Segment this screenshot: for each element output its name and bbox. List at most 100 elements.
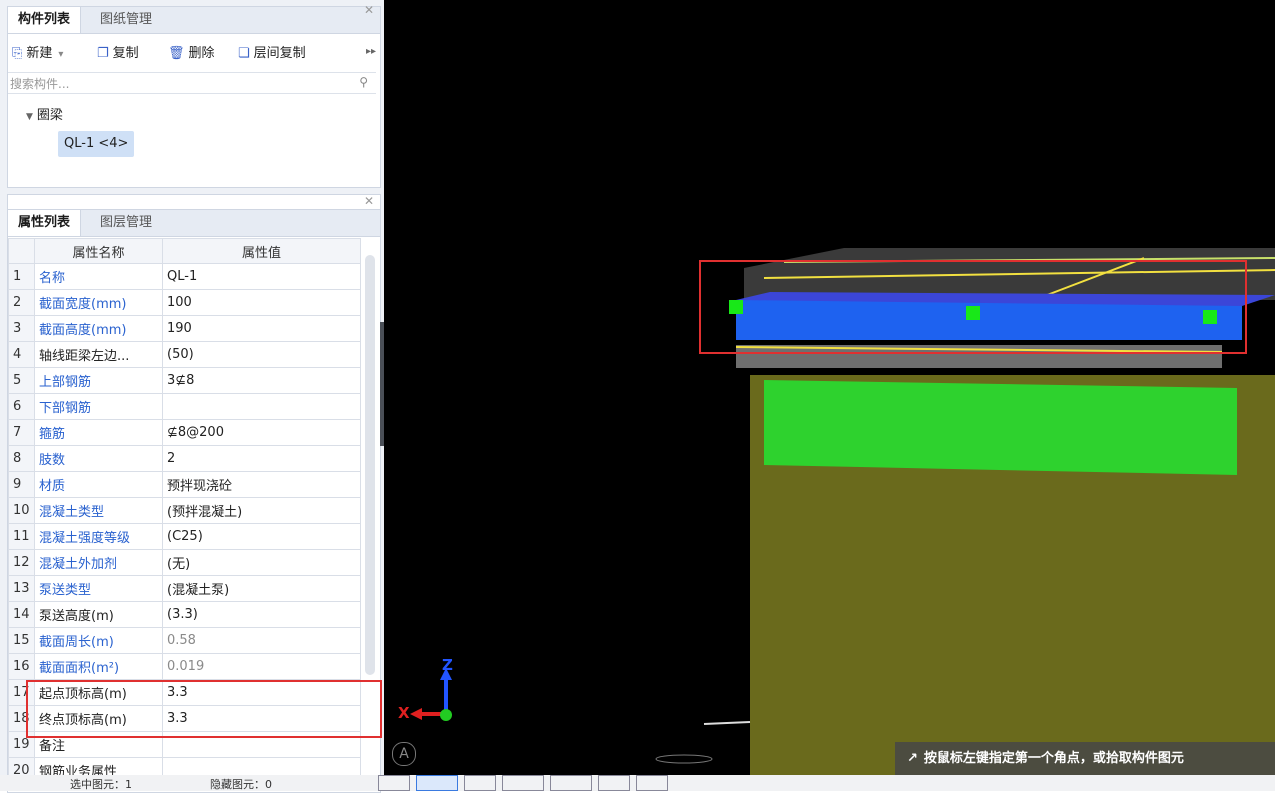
corner-pick-icon: ↗ bbox=[907, 751, 918, 766]
tab-component-list[interactable]: 构件列表 bbox=[8, 7, 82, 33]
property-value[interactable]: 2 bbox=[162, 445, 361, 472]
property-value[interactable]: ⊈8@200 bbox=[162, 419, 361, 446]
property-value[interactable]: (混凝土泵) bbox=[162, 575, 361, 602]
property-name: 截面周长(m) bbox=[34, 627, 163, 654]
delete-button[interactable]: 🗑 删除 bbox=[168, 44, 215, 64]
snap-perp-button[interactable] bbox=[550, 775, 592, 791]
property-index: 11 bbox=[8, 523, 35, 550]
status-hidden: 隐藏图元：0 bbox=[210, 778, 272, 791]
highlight-elevation-rows bbox=[26, 680, 382, 738]
tab-layer-management[interactable]: 图层管理 bbox=[90, 210, 162, 236]
tree-group[interactable]: ▼ 圈梁 bbox=[26, 104, 63, 123]
snap-toolbar bbox=[378, 775, 668, 791]
property-row[interactable]: 4 轴线距梁左边... (50) bbox=[8, 341, 361, 368]
property-index: 15 bbox=[8, 627, 35, 654]
property-index: 6 bbox=[8, 393, 35, 420]
tab-drawing-management[interactable]: 图纸管理 bbox=[90, 7, 162, 33]
axis-x-label: X bbox=[398, 704, 410, 722]
property-row[interactable]: 3 截面高度(mm) 190 bbox=[8, 315, 361, 342]
snap-line-button[interactable] bbox=[636, 775, 668, 791]
property-name: 名称 bbox=[34, 263, 163, 290]
expand-icon: ▼ bbox=[26, 112, 33, 122]
property-value[interactable]: 190 bbox=[162, 315, 361, 342]
property-row[interactable]: 9 材质 预拌现浇砼 bbox=[8, 471, 361, 498]
property-row[interactable]: 5 上部钢筋 3⊈8 bbox=[8, 367, 361, 394]
property-value[interactable]: 0.019 bbox=[162, 653, 361, 680]
close-icon[interactable]: ✕ bbox=[364, 194, 374, 208]
property-value[interactable]: 100 bbox=[162, 289, 361, 316]
property-value[interactable] bbox=[162, 393, 361, 420]
property-index: 10 bbox=[8, 497, 35, 524]
property-value[interactable]: 3⊈8 bbox=[162, 367, 361, 394]
property-index: 13 bbox=[8, 575, 35, 602]
property-value[interactable]: (无) bbox=[162, 549, 361, 576]
snap-ortho-button[interactable] bbox=[378, 775, 410, 791]
property-name: 截面高度(mm) bbox=[34, 315, 163, 342]
chevron-down-icon: ▾ bbox=[58, 49, 64, 60]
property-name: 肢数 bbox=[34, 445, 163, 472]
property-row[interactable]: 13 泵送类型 (混凝土泵) bbox=[8, 575, 361, 602]
property-name: 泵送高度(m) bbox=[34, 601, 163, 628]
property-value[interactable]: 0.58 bbox=[162, 627, 361, 654]
property-value[interactable]: QL-1 bbox=[162, 263, 361, 290]
property-index: 12 bbox=[8, 549, 35, 576]
copy-icon: ❐ bbox=[97, 46, 109, 61]
property-row[interactable]: 10 混凝土类型 (预拌混凝土) bbox=[8, 497, 361, 524]
property-index: 3 bbox=[8, 315, 35, 342]
property-name: 截面宽度(mm) bbox=[34, 289, 163, 316]
property-index: 1 bbox=[8, 263, 35, 290]
3d-viewport[interactable]: Z X A ↗ 按鼠标左键指定第一个角点，或拾取构件图元 bbox=[384, 0, 1275, 775]
property-value[interactable]: (3.3) bbox=[162, 601, 361, 628]
property-row[interactable]: 11 混凝土强度等级 (C25) bbox=[8, 523, 361, 550]
tree-item-ql1[interactable]: QL-1 <4> bbox=[58, 131, 135, 157]
status-selected: 选中图元：1 bbox=[70, 778, 132, 791]
highlight-ring-beam bbox=[699, 260, 1247, 354]
copy-button[interactable]: ❐ 复制 bbox=[97, 44, 139, 64]
property-name: 上部钢筋 bbox=[34, 367, 163, 394]
property-value[interactable]: 预拌现浇砼 bbox=[162, 471, 361, 498]
left-panel: 构件列表 图纸管理 ✕ ⎘ 新建 ▾ ❐ 复制 🗑 删除 ❏ 层间复制 ▸▸ 搜索构件..… bbox=[0, 0, 384, 793]
property-index: 8 bbox=[8, 445, 35, 472]
property-row[interactable]: 14 泵送高度(m) (3.3) bbox=[8, 601, 361, 628]
close-icon[interactable]: ✕ bbox=[364, 3, 374, 17]
property-row[interactable]: 6 下部钢筋 bbox=[8, 393, 361, 420]
property-index: 5 bbox=[8, 367, 35, 394]
header-property-value: 属性值 bbox=[162, 238, 361, 264]
property-name: 下部钢筋 bbox=[34, 393, 163, 420]
property-value[interactable]: (预拌混凝土) bbox=[162, 497, 361, 524]
property-row[interactable]: 16 截面面积(m²) 0.019 bbox=[8, 653, 361, 680]
scene-drawing bbox=[410, 248, 1275, 775]
snap-save-button[interactable] bbox=[598, 775, 630, 791]
property-scrollbar[interactable] bbox=[365, 255, 375, 675]
property-row[interactable]: 1 名称 QL-1 bbox=[8, 263, 361, 290]
snap-cross-button[interactable] bbox=[464, 775, 496, 791]
property-row[interactable]: 2 截面宽度(mm) 100 bbox=[8, 289, 361, 316]
property-name: 轴线距梁左边... bbox=[34, 341, 163, 368]
property-row[interactable]: 7 箍筋 ⊈8@200 bbox=[8, 419, 361, 446]
property-index: 4 bbox=[8, 341, 35, 368]
property-index: 16 bbox=[8, 653, 35, 680]
search-input[interactable]: 搜索构件... ⚲ bbox=[8, 72, 376, 94]
property-row[interactable]: 12 混凝土外加剂 (无) bbox=[8, 549, 361, 576]
property-index: 9 bbox=[8, 471, 35, 498]
property-name: 截面面积(m²) bbox=[34, 653, 163, 680]
mode-indicator[interactable]: A bbox=[392, 742, 416, 766]
window-opening bbox=[764, 380, 1237, 475]
property-row[interactable]: 8 肢数 2 bbox=[8, 445, 361, 472]
property-value[interactable]: (50) bbox=[162, 341, 361, 368]
new-button[interactable]: ⎘ 新建 ▾ bbox=[12, 44, 63, 64]
tab-property-list[interactable]: 属性列表 bbox=[8, 210, 82, 236]
floor-copy-button[interactable]: ❏ 层间复制 bbox=[238, 44, 306, 64]
property-row[interactable]: 15 截面周长(m) 0.58 bbox=[8, 627, 361, 654]
property-index: 2 bbox=[8, 289, 35, 316]
more-icon[interactable]: ▸▸ bbox=[366, 46, 376, 57]
property-value[interactable]: (C25) bbox=[162, 523, 361, 550]
header-index bbox=[8, 238, 35, 264]
property-name: 混凝土强度等级 bbox=[34, 523, 163, 550]
axis-z-label: Z bbox=[442, 656, 453, 674]
snap-angle-button[interactable] bbox=[502, 775, 544, 791]
snap-select-button[interactable] bbox=[416, 775, 458, 791]
floor-copy-icon: ❏ bbox=[238, 46, 250, 61]
property-name: 箍筋 bbox=[34, 419, 163, 446]
component-tabs: 构件列表 图纸管理 ✕ bbox=[8, 3, 380, 34]
